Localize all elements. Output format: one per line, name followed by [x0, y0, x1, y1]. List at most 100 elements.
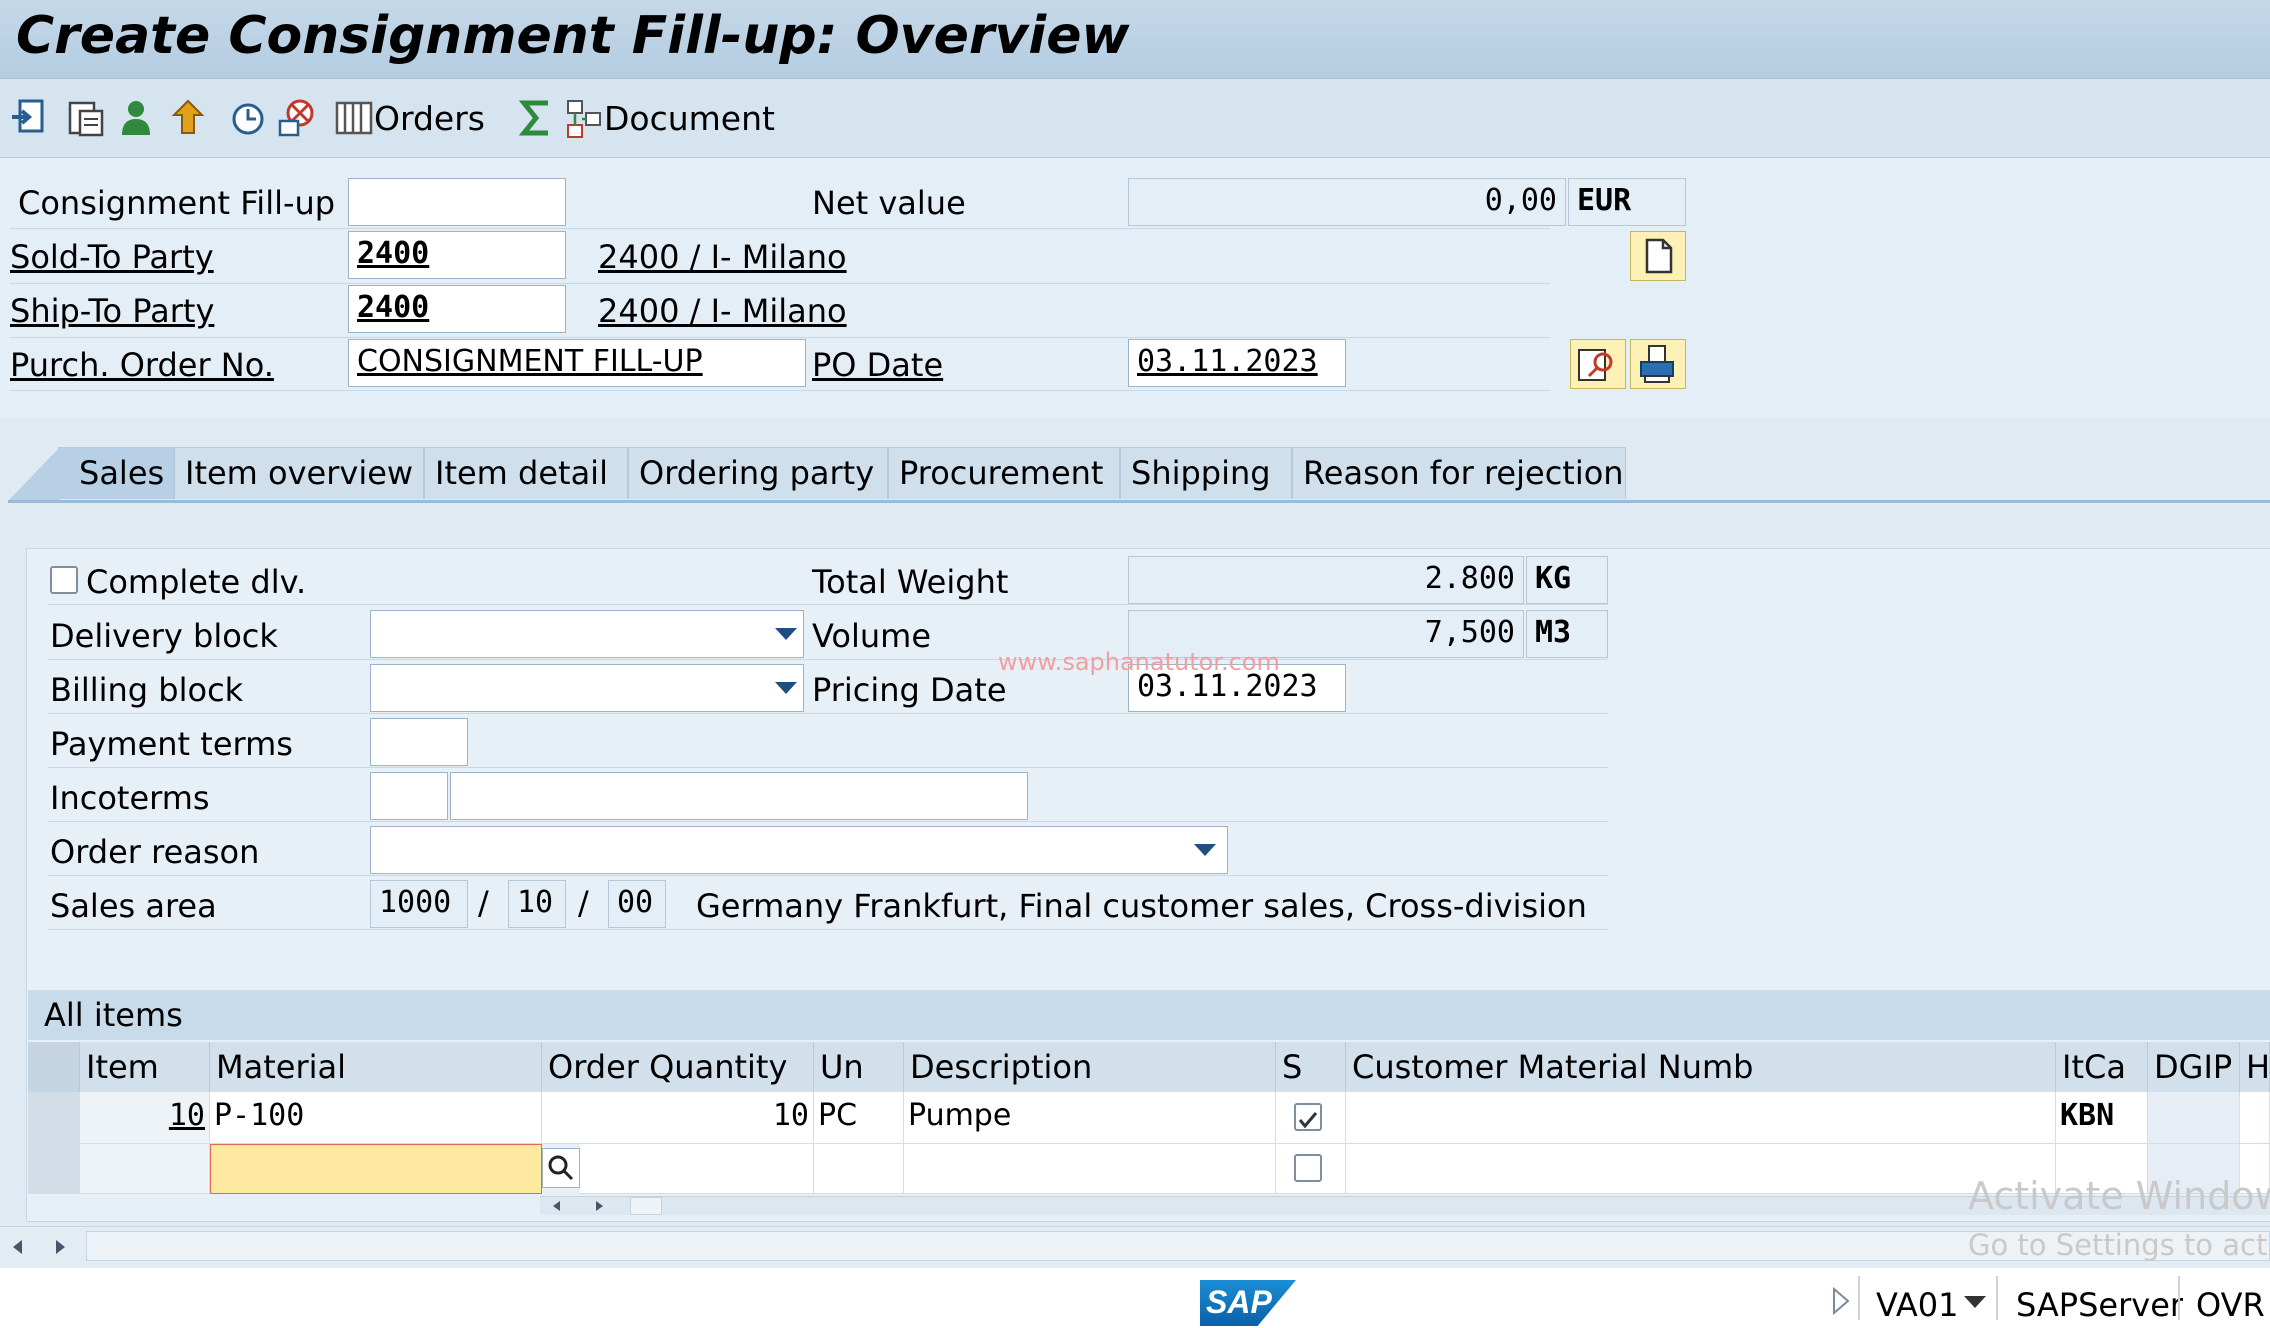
tab-shipping[interactable]: Shipping [1120, 447, 1292, 499]
sold-to-description[interactable]: 2400 / I- Milano [598, 238, 847, 276]
chevron-down-icon[interactable] [775, 682, 797, 694]
tab-reason-for-rejection[interactable]: Reason for rejection [1292, 447, 1626, 499]
s-checkbox[interactable] [1294, 1154, 1322, 1182]
display-hierarchy-button[interactable] [1570, 339, 1626, 389]
payment-terms-field[interactable] [370, 718, 468, 766]
item-category-cell[interactable]: KBN [2056, 1092, 2148, 1144]
currency-field: EUR [1568, 178, 1686, 226]
division-field: 00 [608, 880, 666, 928]
document-flow-icon[interactable] [564, 97, 604, 139]
ship-to-description[interactable]: 2400 / I- Milano [598, 292, 847, 330]
partner-icon[interactable] [116, 97, 156, 139]
chevron-down-icon[interactable] [775, 628, 797, 640]
s-checkbox[interactable] [1294, 1103, 1322, 1131]
ship-to-field[interactable]: 2400 [348, 285, 566, 333]
sales-area-separator: / [578, 884, 589, 922]
display-doc-icon[interactable] [10, 97, 50, 139]
column-header-hl[interactable]: HL [2240, 1042, 2270, 1092]
item-details-icon[interactable] [228, 97, 268, 139]
orders-list-icon[interactable] [334, 97, 374, 139]
status-divider [1996, 1276, 1998, 1320]
row-divider [48, 821, 1608, 822]
column-header-s[interactable]: S [1276, 1042, 1346, 1092]
chevron-down-icon[interactable] [1964, 1296, 1986, 1308]
item-number-cell[interactable] [80, 1144, 210, 1194]
tab-item-overview[interactable]: Item overview [174, 447, 424, 499]
column-header-description[interactable]: Description [904, 1042, 1276, 1092]
material-cell[interactable]: P-100 [210, 1092, 542, 1144]
activate-windows-title: Activate Window [1968, 1174, 2270, 1218]
play-icon[interactable] [1828, 1286, 1852, 1316]
column-header-unit[interactable]: Un [814, 1042, 904, 1092]
row-selector[interactable] [28, 1092, 80, 1144]
new-document-button[interactable] [1630, 231, 1686, 281]
row-divider [10, 337, 1550, 338]
sold-to-label[interactable]: Sold-To Party [10, 238, 214, 276]
chevron-down-icon[interactable] [1194, 844, 1216, 856]
delivery-block-dropdown[interactable] [370, 610, 804, 658]
material-input-cell[interactable] [210, 1144, 542, 1194]
row-selector[interactable] [28, 1144, 80, 1194]
po-number-label[interactable]: Purch. Order No. [10, 346, 274, 384]
row-divider [48, 659, 1608, 660]
total-weight-field: 2.800 [1128, 556, 1524, 604]
s-cell [1276, 1092, 1346, 1144]
tab-ordering-party[interactable]: Ordering party [628, 447, 888, 499]
volume-label: Volume [812, 617, 932, 655]
sold-to-field[interactable]: 2400 [348, 231, 566, 279]
delete-item-icon[interactable] [276, 97, 316, 139]
row-divider [10, 390, 1550, 391]
delivery-block-label: Delivery block [50, 617, 278, 655]
search-help-button[interactable] [542, 1148, 580, 1188]
screen-horizontal-scrollbar[interactable] [0, 1226, 2270, 1267]
select-all-column[interactable] [28, 1042, 80, 1092]
column-header-material[interactable]: Material [210, 1042, 542, 1092]
unit-cell[interactable]: PC [814, 1092, 904, 1144]
document-button[interactable]: Document [604, 99, 775, 138]
quantity-cell[interactable]: 10 [542, 1092, 814, 1144]
description-cell[interactable]: Pumpe [904, 1092, 1276, 1144]
scroll-left-icon[interactable] [550, 1199, 564, 1213]
header-details-icon[interactable] [66, 97, 106, 139]
quantity-cell[interactable] [580, 1144, 814, 1194]
sap-logo: SAP [1200, 1280, 1296, 1326]
ship-to-label[interactable]: Ship-To Party [10, 292, 214, 330]
scroll-left-icon[interactable] [8, 1237, 28, 1257]
scroll-right-icon[interactable] [592, 1199, 606, 1213]
column-header-dgip[interactable]: DGIP [2148, 1042, 2240, 1092]
print-icon [1640, 345, 1674, 383]
sum-icon[interactable] [516, 97, 556, 139]
order-reason-label: Order reason [50, 833, 260, 871]
incoterms-field[interactable] [370, 772, 448, 820]
description-cell[interactable] [904, 1144, 1276, 1194]
column-header-customer-material[interactable]: Customer Material Numb [1346, 1042, 2056, 1092]
scrollbar-thumb[interactable] [86, 1231, 2270, 1261]
unit-cell[interactable] [814, 1144, 904, 1194]
upward-icon[interactable] [168, 97, 208, 139]
column-header-itca[interactable]: ItCa [2056, 1042, 2148, 1092]
column-header-order-quantity[interactable]: Order Quantity [542, 1042, 814, 1092]
column-header-item[interactable]: Item [80, 1042, 210, 1092]
customer-material-cell[interactable] [1346, 1092, 2056, 1144]
scrollbar-thumb[interactable] [630, 1197, 662, 1215]
incoterms-location-field[interactable] [450, 772, 1028, 820]
tab-procurement[interactable]: Procurement [888, 447, 1120, 499]
order-reason-dropdown[interactable] [370, 826, 1228, 874]
scroll-right-icon[interactable] [50, 1237, 70, 1257]
billing-block-label: Billing block [50, 671, 244, 709]
item-number-cell[interactable]: 10 [80, 1092, 210, 1144]
po-number-field[interactable]: CONSIGNMENT FILL-UP [348, 339, 806, 387]
tab-item-detail[interactable]: Item detail [424, 447, 628, 499]
search-document-icon [1578, 349, 1613, 381]
customer-material-cell[interactable] [1346, 1144, 2056, 1194]
consignment-field[interactable] [348, 178, 566, 226]
po-date-field[interactable]: 03.11.2023 [1128, 339, 1346, 387]
billing-block-dropdown[interactable] [370, 664, 804, 712]
status-bar: SAP VA01 SAPServer OVR [0, 1268, 2270, 1328]
tab-sales[interactable]: Sales [58, 447, 174, 499]
complete-dlv-checkbox[interactable] [50, 566, 78, 594]
print-button[interactable] [1630, 339, 1686, 389]
sales-org-field: 1000 [370, 880, 468, 928]
orders-button[interactable]: Orders [374, 99, 485, 138]
po-date-label[interactable]: PO Date [812, 346, 943, 384]
